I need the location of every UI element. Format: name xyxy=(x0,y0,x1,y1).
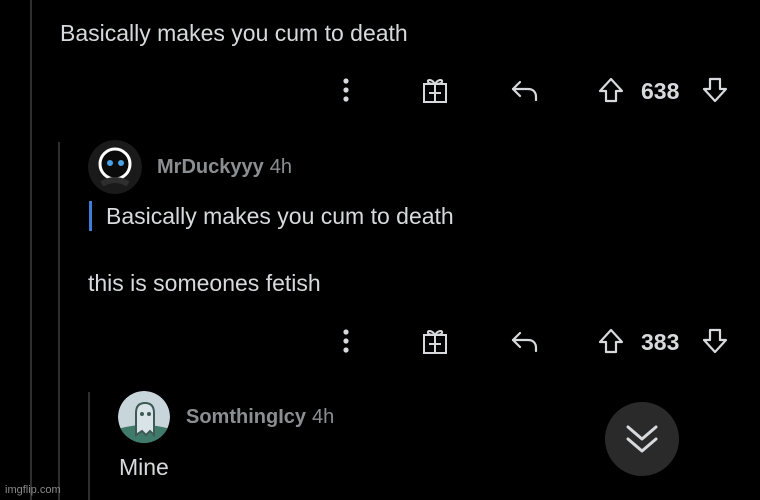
username[interactable]: MrDuckyyy xyxy=(157,156,264,178)
gift-icon xyxy=(423,329,447,354)
more-vertical-icon xyxy=(343,78,349,102)
more-options-button[interactable] xyxy=(334,321,358,361)
upvote-button[interactable] xyxy=(596,70,626,110)
double-chevron-down-icon xyxy=(626,425,658,453)
gift-icon xyxy=(423,78,447,103)
quote-bar xyxy=(89,201,92,231)
reply-button[interactable] xyxy=(508,321,542,361)
thread-line-level-3 xyxy=(88,392,90,500)
downvote-button[interactable] xyxy=(700,70,730,110)
more-vertical-icon xyxy=(343,329,349,353)
avatar[interactable] xyxy=(88,140,142,194)
comment-author: SomthingIcy 4h xyxy=(186,407,334,427)
score-count: 383 xyxy=(641,329,680,355)
quoted-text: Basically makes you cum to death xyxy=(106,203,454,229)
reply-arrow-icon xyxy=(511,80,538,102)
watermark: imgflip.com xyxy=(5,484,61,496)
comment-body: Mine xyxy=(119,454,169,480)
reply-button[interactable] xyxy=(508,70,542,110)
timestamp: 4h xyxy=(312,406,335,428)
duck-avatar-icon xyxy=(88,140,142,194)
reply-arrow-icon xyxy=(511,331,538,353)
score-count: 638 xyxy=(641,78,680,104)
avatar[interactable] xyxy=(118,391,170,443)
comment-body: this is someones fetish xyxy=(88,270,321,296)
comment-actions: 638 xyxy=(0,70,760,110)
scroll-down-button[interactable] xyxy=(605,402,679,476)
ghost-avatar-icon xyxy=(118,391,170,443)
award-button[interactable] xyxy=(418,321,452,361)
comment-author: MrDuckyyy 4h xyxy=(157,157,292,177)
upvote-arrow-icon xyxy=(598,77,624,103)
timestamp: 4h xyxy=(269,156,292,178)
downvote-arrow-icon xyxy=(702,77,728,103)
comment-actions: 383 xyxy=(0,321,760,361)
downvote-button[interactable] xyxy=(700,321,730,361)
comment-body: Basically makes you cum to death xyxy=(60,20,408,46)
upvote-button[interactable] xyxy=(596,321,626,361)
award-button[interactable] xyxy=(418,70,452,110)
username[interactable]: SomthingIcy xyxy=(186,406,306,428)
more-options-button[interactable] xyxy=(334,70,358,110)
upvote-arrow-icon xyxy=(598,328,624,354)
downvote-arrow-icon xyxy=(702,328,728,354)
